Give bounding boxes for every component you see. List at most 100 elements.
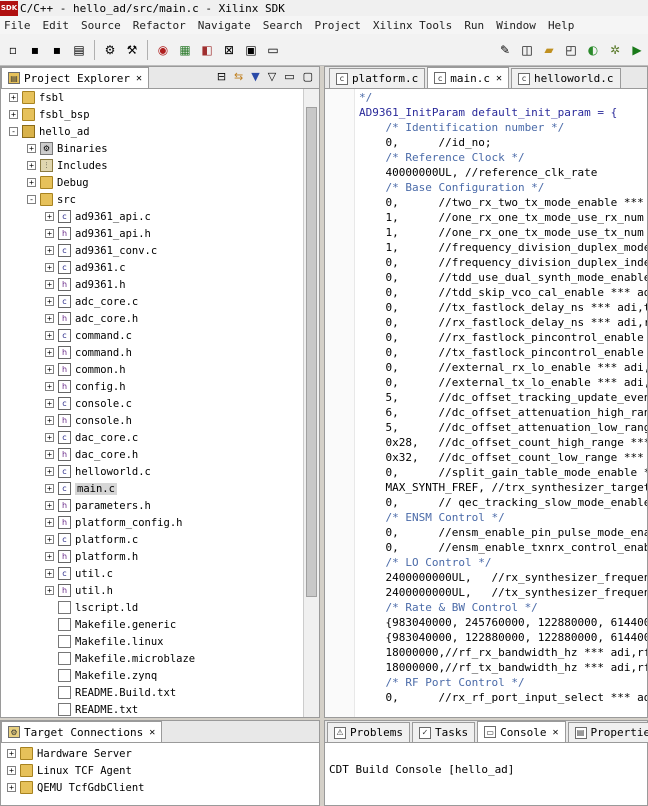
collapse-all-icon[interactable]: ⊟ bbox=[217, 70, 226, 83]
expand-icon[interactable]: + bbox=[45, 348, 54, 357]
debug-icon[interactable]: ✎ bbox=[496, 41, 514, 59]
tab-properties[interactable]: ▤Properties bbox=[567, 722, 648, 742]
expand-icon[interactable]: + bbox=[45, 433, 54, 442]
expand-icon[interactable]: + bbox=[45, 535, 54, 544]
tab-tasks[interactable]: ✓ Tasks bbox=[411, 722, 476, 742]
target-item[interactable]: + Hardware Server bbox=[1, 745, 319, 762]
tree-item[interactable]: + c adc_core.c bbox=[1, 293, 303, 310]
print-icon[interactable]: ▤ bbox=[70, 41, 88, 59]
tree-item[interactable]: Makefile.microblaze bbox=[1, 650, 303, 667]
menu-navigate[interactable]: Navigate bbox=[198, 19, 251, 32]
tree-item[interactable]: README.txt bbox=[1, 701, 303, 717]
tree-item[interactable]: + h ad9361_api.h bbox=[1, 225, 303, 242]
tree-item[interactable]: + fsbl_bsp bbox=[1, 106, 303, 123]
expand-icon[interactable]: + bbox=[45, 569, 54, 578]
expand-icon[interactable]: + bbox=[27, 161, 36, 170]
menu-xilinx-tools[interactable]: Xilinx Tools bbox=[373, 19, 452, 32]
tree-item[interactable]: + ⫶ Includes bbox=[1, 157, 303, 174]
terminal-icon[interactable]: ▣ bbox=[242, 41, 260, 59]
expand-icon[interactable]: + bbox=[27, 144, 36, 153]
tab-project-explorer[interactable]: ▤ Project Explorer ✕ bbox=[1, 67, 149, 88]
tab-main-c[interactable]: c main.c ✕ bbox=[427, 67, 510, 88]
save-all-icon[interactable]: ▪ bbox=[48, 41, 66, 59]
tree-item[interactable]: + Debug bbox=[1, 174, 303, 191]
new-file-icon[interactable]: ◰ bbox=[562, 41, 580, 59]
tab-console[interactable]: ▭ Console ✕ bbox=[477, 721, 566, 742]
expand-icon[interactable]: + bbox=[9, 110, 18, 119]
code-editor[interactable]: */ AD9361_InitParam default_init_param = … bbox=[325, 89, 647, 717]
tree-item[interactable]: - src bbox=[1, 191, 303, 208]
tree-item[interactable]: Makefile.linux bbox=[1, 633, 303, 650]
menu-refactor[interactable]: Refactor bbox=[133, 19, 186, 32]
expand-icon[interactable]: + bbox=[45, 382, 54, 391]
expand-icon[interactable]: + bbox=[45, 586, 54, 595]
close-icon[interactable]: ✕ bbox=[149, 727, 155, 738]
open-folder-icon[interactable]: ▰ bbox=[540, 41, 558, 59]
tab-platform-c[interactable]: c platform.c bbox=[329, 68, 426, 88]
expand-icon[interactable]: + bbox=[9, 93, 18, 102]
expand-icon[interactable]: + bbox=[45, 280, 54, 289]
save-icon[interactable]: ▪ bbox=[26, 41, 44, 59]
expand-icon[interactable]: + bbox=[45, 212, 54, 221]
bsp-icon[interactable]: ▦ bbox=[176, 41, 194, 59]
console-launch-icon[interactable]: ▭ bbox=[264, 41, 282, 59]
expand-icon[interactable]: + bbox=[45, 263, 54, 272]
tree-item[interactable]: + h parameters.h bbox=[1, 497, 303, 514]
tab-target-connections[interactable]: ⚙ Target Connections ✕ bbox=[1, 721, 163, 742]
tree-item[interactable]: README.Build.txt bbox=[1, 684, 303, 701]
tree-item[interactable]: + c platform.c bbox=[1, 531, 303, 548]
maximize-icon[interactable]: ▢ bbox=[303, 70, 313, 83]
new-icon[interactable]: ▫ bbox=[4, 41, 22, 59]
build-icon[interactable]: ⚒ bbox=[123, 41, 141, 59]
tree-item[interactable]: + c main.c bbox=[1, 480, 303, 497]
link-editor-icon[interactable]: ⇆ bbox=[234, 70, 243, 83]
menu-file[interactable]: File bbox=[4, 19, 31, 32]
menu-run[interactable]: Run bbox=[464, 19, 484, 32]
program-fpga-icon[interactable]: ◉ bbox=[154, 41, 172, 59]
tree-item[interactable]: + fsbl bbox=[1, 89, 303, 106]
expand-icon[interactable]: + bbox=[7, 749, 16, 758]
expand-icon[interactable]: + bbox=[45, 314, 54, 323]
collapse-icon[interactable]: - bbox=[9, 127, 18, 136]
tree-item[interactable]: Makefile.zynq bbox=[1, 667, 303, 684]
tree-item[interactable]: lscript.ld bbox=[1, 599, 303, 616]
tree-item[interactable]: + h common.h bbox=[1, 361, 303, 378]
menu-search[interactable]: Search bbox=[263, 19, 303, 32]
tree-item[interactable]: + ⚙ Binaries bbox=[1, 140, 303, 157]
expand-icon[interactable]: + bbox=[45, 552, 54, 561]
expand-icon[interactable]: + bbox=[45, 518, 54, 527]
expand-icon[interactable]: + bbox=[7, 766, 16, 775]
tree-item[interactable]: + c ad9361.c bbox=[1, 259, 303, 276]
run-last-icon[interactable]: ▶ bbox=[628, 41, 646, 59]
xmd-icon[interactable]: ⊠ bbox=[220, 41, 238, 59]
run-icon[interactable]: ◐ bbox=[584, 41, 602, 59]
target-item[interactable]: + Linux TCF Agent bbox=[1, 762, 319, 779]
menu-source[interactable]: Source bbox=[81, 19, 121, 32]
menu-help[interactable]: Help bbox=[548, 19, 575, 32]
tree-item[interactable]: + c helloworld.c bbox=[1, 463, 303, 480]
tree-item[interactable]: + c command.c bbox=[1, 327, 303, 344]
tree-item[interactable]: + h platform_config.h bbox=[1, 514, 303, 531]
tree-item[interactable]: + h adc_core.h bbox=[1, 310, 303, 327]
tree-item[interactable]: + h platform.h bbox=[1, 548, 303, 565]
view-menu-icon[interactable]: ▽ bbox=[268, 70, 276, 83]
expand-icon[interactable]: + bbox=[45, 229, 54, 238]
filter-icon[interactable]: ▼ bbox=[251, 70, 259, 83]
tree-item[interactable]: + c ad9361_conv.c bbox=[1, 242, 303, 259]
expand-icon[interactable]: + bbox=[27, 178, 36, 187]
minimize-icon[interactable]: ▭ bbox=[284, 70, 294, 83]
tree-item[interactable]: + c ad9361_api.c bbox=[1, 208, 303, 225]
expand-icon[interactable]: + bbox=[45, 416, 54, 425]
tab-problems[interactable]: ⚠ Problems bbox=[327, 722, 410, 742]
expand-icon[interactable]: + bbox=[45, 331, 54, 340]
tree-item[interactable]: + h ad9361.h bbox=[1, 276, 303, 293]
close-icon[interactable]: ✕ bbox=[136, 73, 142, 84]
collapse-icon[interactable]: - bbox=[27, 195, 36, 204]
menu-window[interactable]: Window bbox=[496, 19, 536, 32]
expand-icon[interactable]: + bbox=[45, 501, 54, 510]
tree-item[interactable]: Makefile.generic bbox=[1, 616, 303, 633]
expand-icon[interactable]: + bbox=[45, 450, 54, 459]
expand-icon[interactable]: + bbox=[45, 297, 54, 306]
project-tree-scrollbar[interactable] bbox=[303, 89, 319, 717]
target-item[interactable]: + QEMU TcfGdbClient bbox=[1, 779, 319, 796]
